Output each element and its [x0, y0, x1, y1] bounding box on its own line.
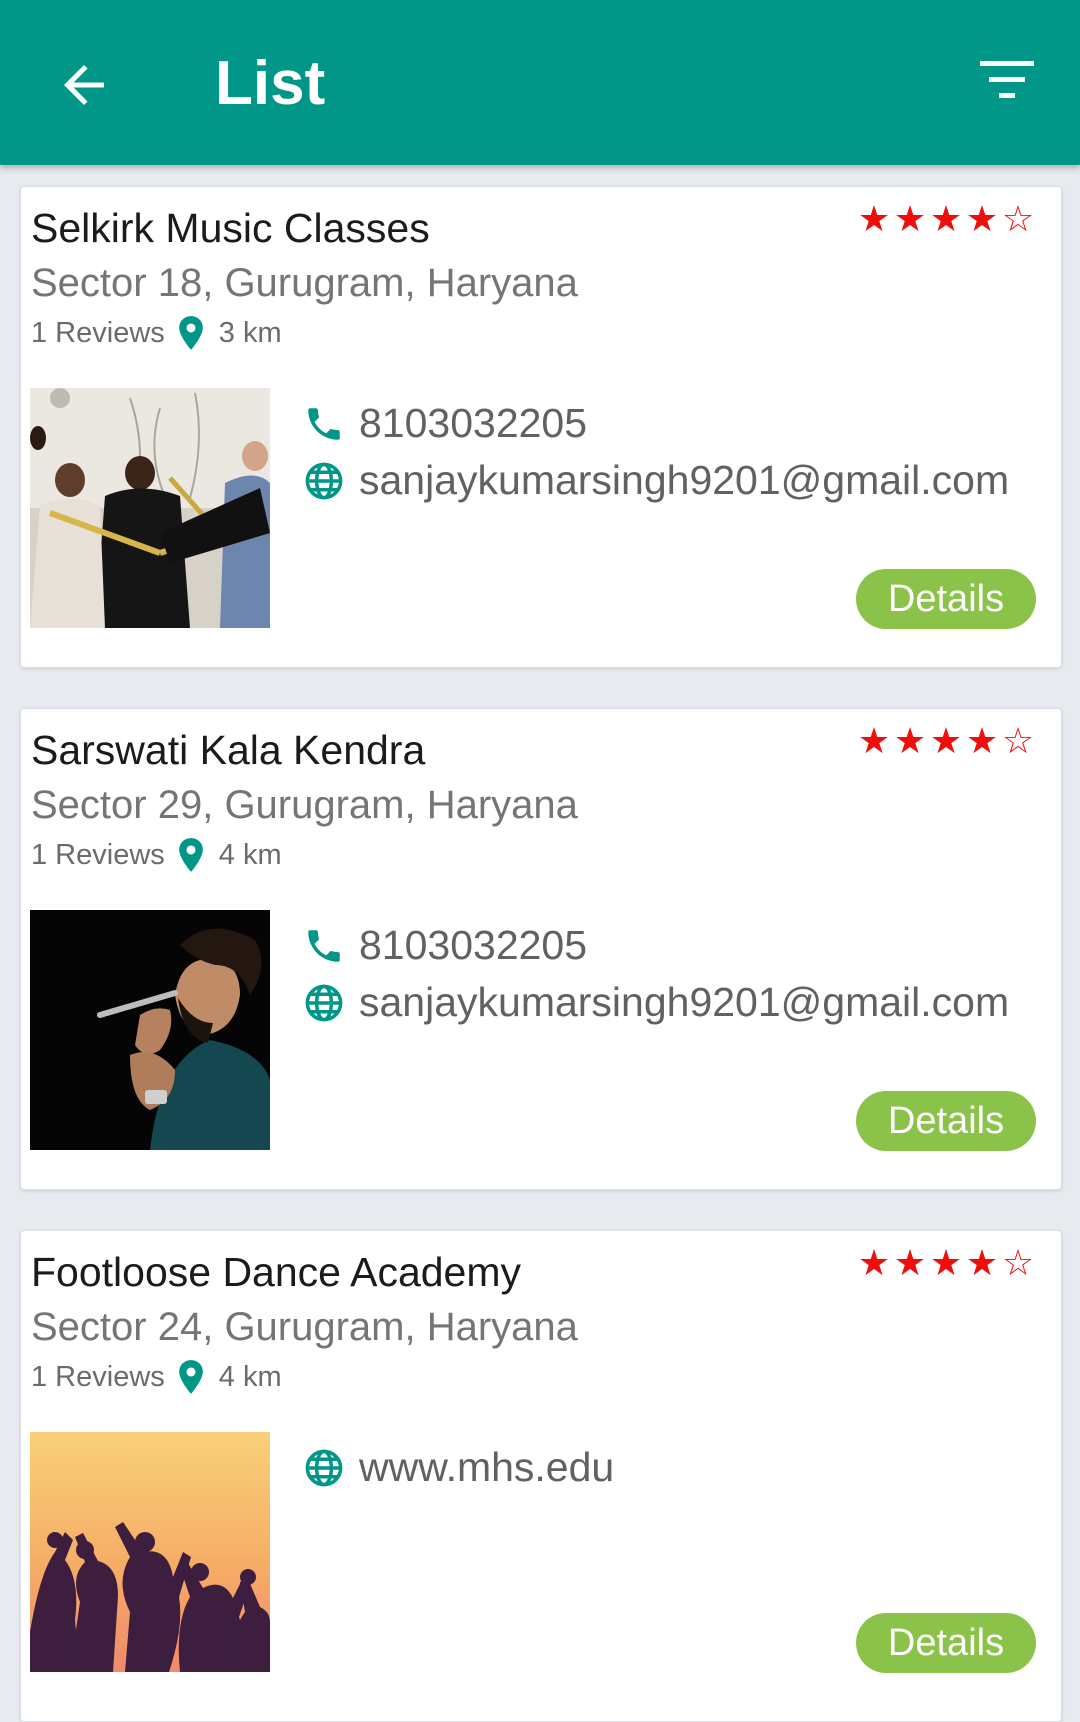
- phone-icon: [308, 929, 340, 962]
- listing-name: Footloose Dance Academy: [31, 1249, 521, 1295]
- star-icon: ★: [965, 198, 999, 239]
- listing-address: Sector 24, Gurugram, Haryana: [31, 1305, 578, 1349]
- website-text: sanjaykumarsingh9201@gmail.com: [359, 979, 1010, 1025]
- listing-meta: 1 Reviews 4 km: [31, 837, 282, 873]
- star-icon: ★: [929, 720, 963, 761]
- listing-address: Sector 29, Gurugram, Haryana: [31, 783, 578, 827]
- star-icon: ★: [857, 1242, 891, 1283]
- details-button[interactable]: Details: [856, 569, 1036, 629]
- review-count: 1 Reviews: [31, 316, 165, 349]
- star-icon: ★: [929, 198, 963, 239]
- globe-icon: [305, 984, 343, 1021]
- star-rating: ★ ★ ★ ★ ☆: [856, 719, 1036, 763]
- page-title: List: [215, 49, 326, 118]
- distance: 4 km: [218, 1360, 282, 1393]
- distance: 4 km: [218, 838, 282, 871]
- listing-address: Sector 18, Gurugram, Haryana: [31, 261, 578, 305]
- star-outline-icon: ☆: [1001, 1242, 1035, 1283]
- listing-card[interactable]: Sarswati Kala Kendra ★ ★ ★ ★ ☆ Sector 29…: [20, 708, 1062, 1190]
- details-button[interactable]: Details: [856, 1091, 1036, 1151]
- website-text: sanjaykumarsingh9201@gmail.com: [359, 457, 1010, 503]
- listing-card[interactable]: Footloose Dance Academy ★ ★ ★ ★ ☆ Sector…: [20, 1230, 1062, 1722]
- star-icon: ★: [857, 198, 891, 239]
- app-bar: List: [0, 0, 1080, 165]
- star-icon: ★: [965, 1242, 999, 1283]
- phone-icon: [308, 407, 340, 440]
- star-icon: ★: [965, 720, 999, 761]
- listing-meta: 1 Reviews 3 km: [31, 315, 282, 351]
- listing-name: Selkirk Music Classes: [31, 205, 430, 251]
- back-arrow-icon[interactable]: [54, 55, 114, 115]
- listing-image: [30, 1432, 270, 1672]
- star-rating: ★ ★ ★ ★ ☆: [856, 197, 1036, 241]
- details-button[interactable]: Details: [856, 1613, 1036, 1673]
- review-count: 1 Reviews: [31, 1360, 165, 1393]
- star-icon: ★: [893, 198, 927, 239]
- star-icon: ★: [857, 720, 891, 761]
- star-icon: ★: [893, 1242, 927, 1283]
- phone-number: 8103032205: [359, 400, 588, 446]
- phone-row[interactable]: 8103032205: [303, 922, 587, 969]
- listing-card[interactable]: Selkirk Music Classes ★ ★ ★ ★ ☆ Sector 1…: [20, 186, 1062, 668]
- website-row[interactable]: sanjaykumarsingh9201@gmail.com: [303, 457, 1009, 504]
- star-outline-icon: ☆: [1001, 198, 1035, 239]
- star-icon: ★: [929, 1242, 963, 1283]
- phone-row[interactable]: 8103032205: [303, 400, 587, 447]
- listing-name: Sarswati Kala Kendra: [31, 727, 426, 773]
- location-pin-icon: [178, 316, 203, 350]
- globe-icon: [305, 462, 343, 499]
- website-text: www.mhs.edu: [359, 1444, 615, 1490]
- listing-meta: 1 Reviews 4 km: [31, 1359, 282, 1395]
- review-count: 1 Reviews: [31, 838, 165, 871]
- listing-image: [30, 910, 270, 1150]
- website-row[interactable]: www.mhs.edu: [303, 1444, 614, 1491]
- globe-icon: [305, 1449, 343, 1486]
- location-pin-icon: [178, 838, 203, 872]
- phone-number: 8103032205: [359, 922, 588, 968]
- listing-image: [30, 388, 270, 628]
- star-icon: ★: [893, 720, 927, 761]
- star-rating: ★ ★ ★ ★ ☆: [856, 1241, 1036, 1285]
- website-row[interactable]: sanjaykumarsingh9201@gmail.com: [303, 979, 1009, 1026]
- location-pin-icon: [178, 1360, 203, 1394]
- star-outline-icon: ☆: [1001, 720, 1035, 761]
- filter-icon[interactable]: [976, 55, 1038, 115]
- distance: 3 km: [218, 316, 282, 349]
